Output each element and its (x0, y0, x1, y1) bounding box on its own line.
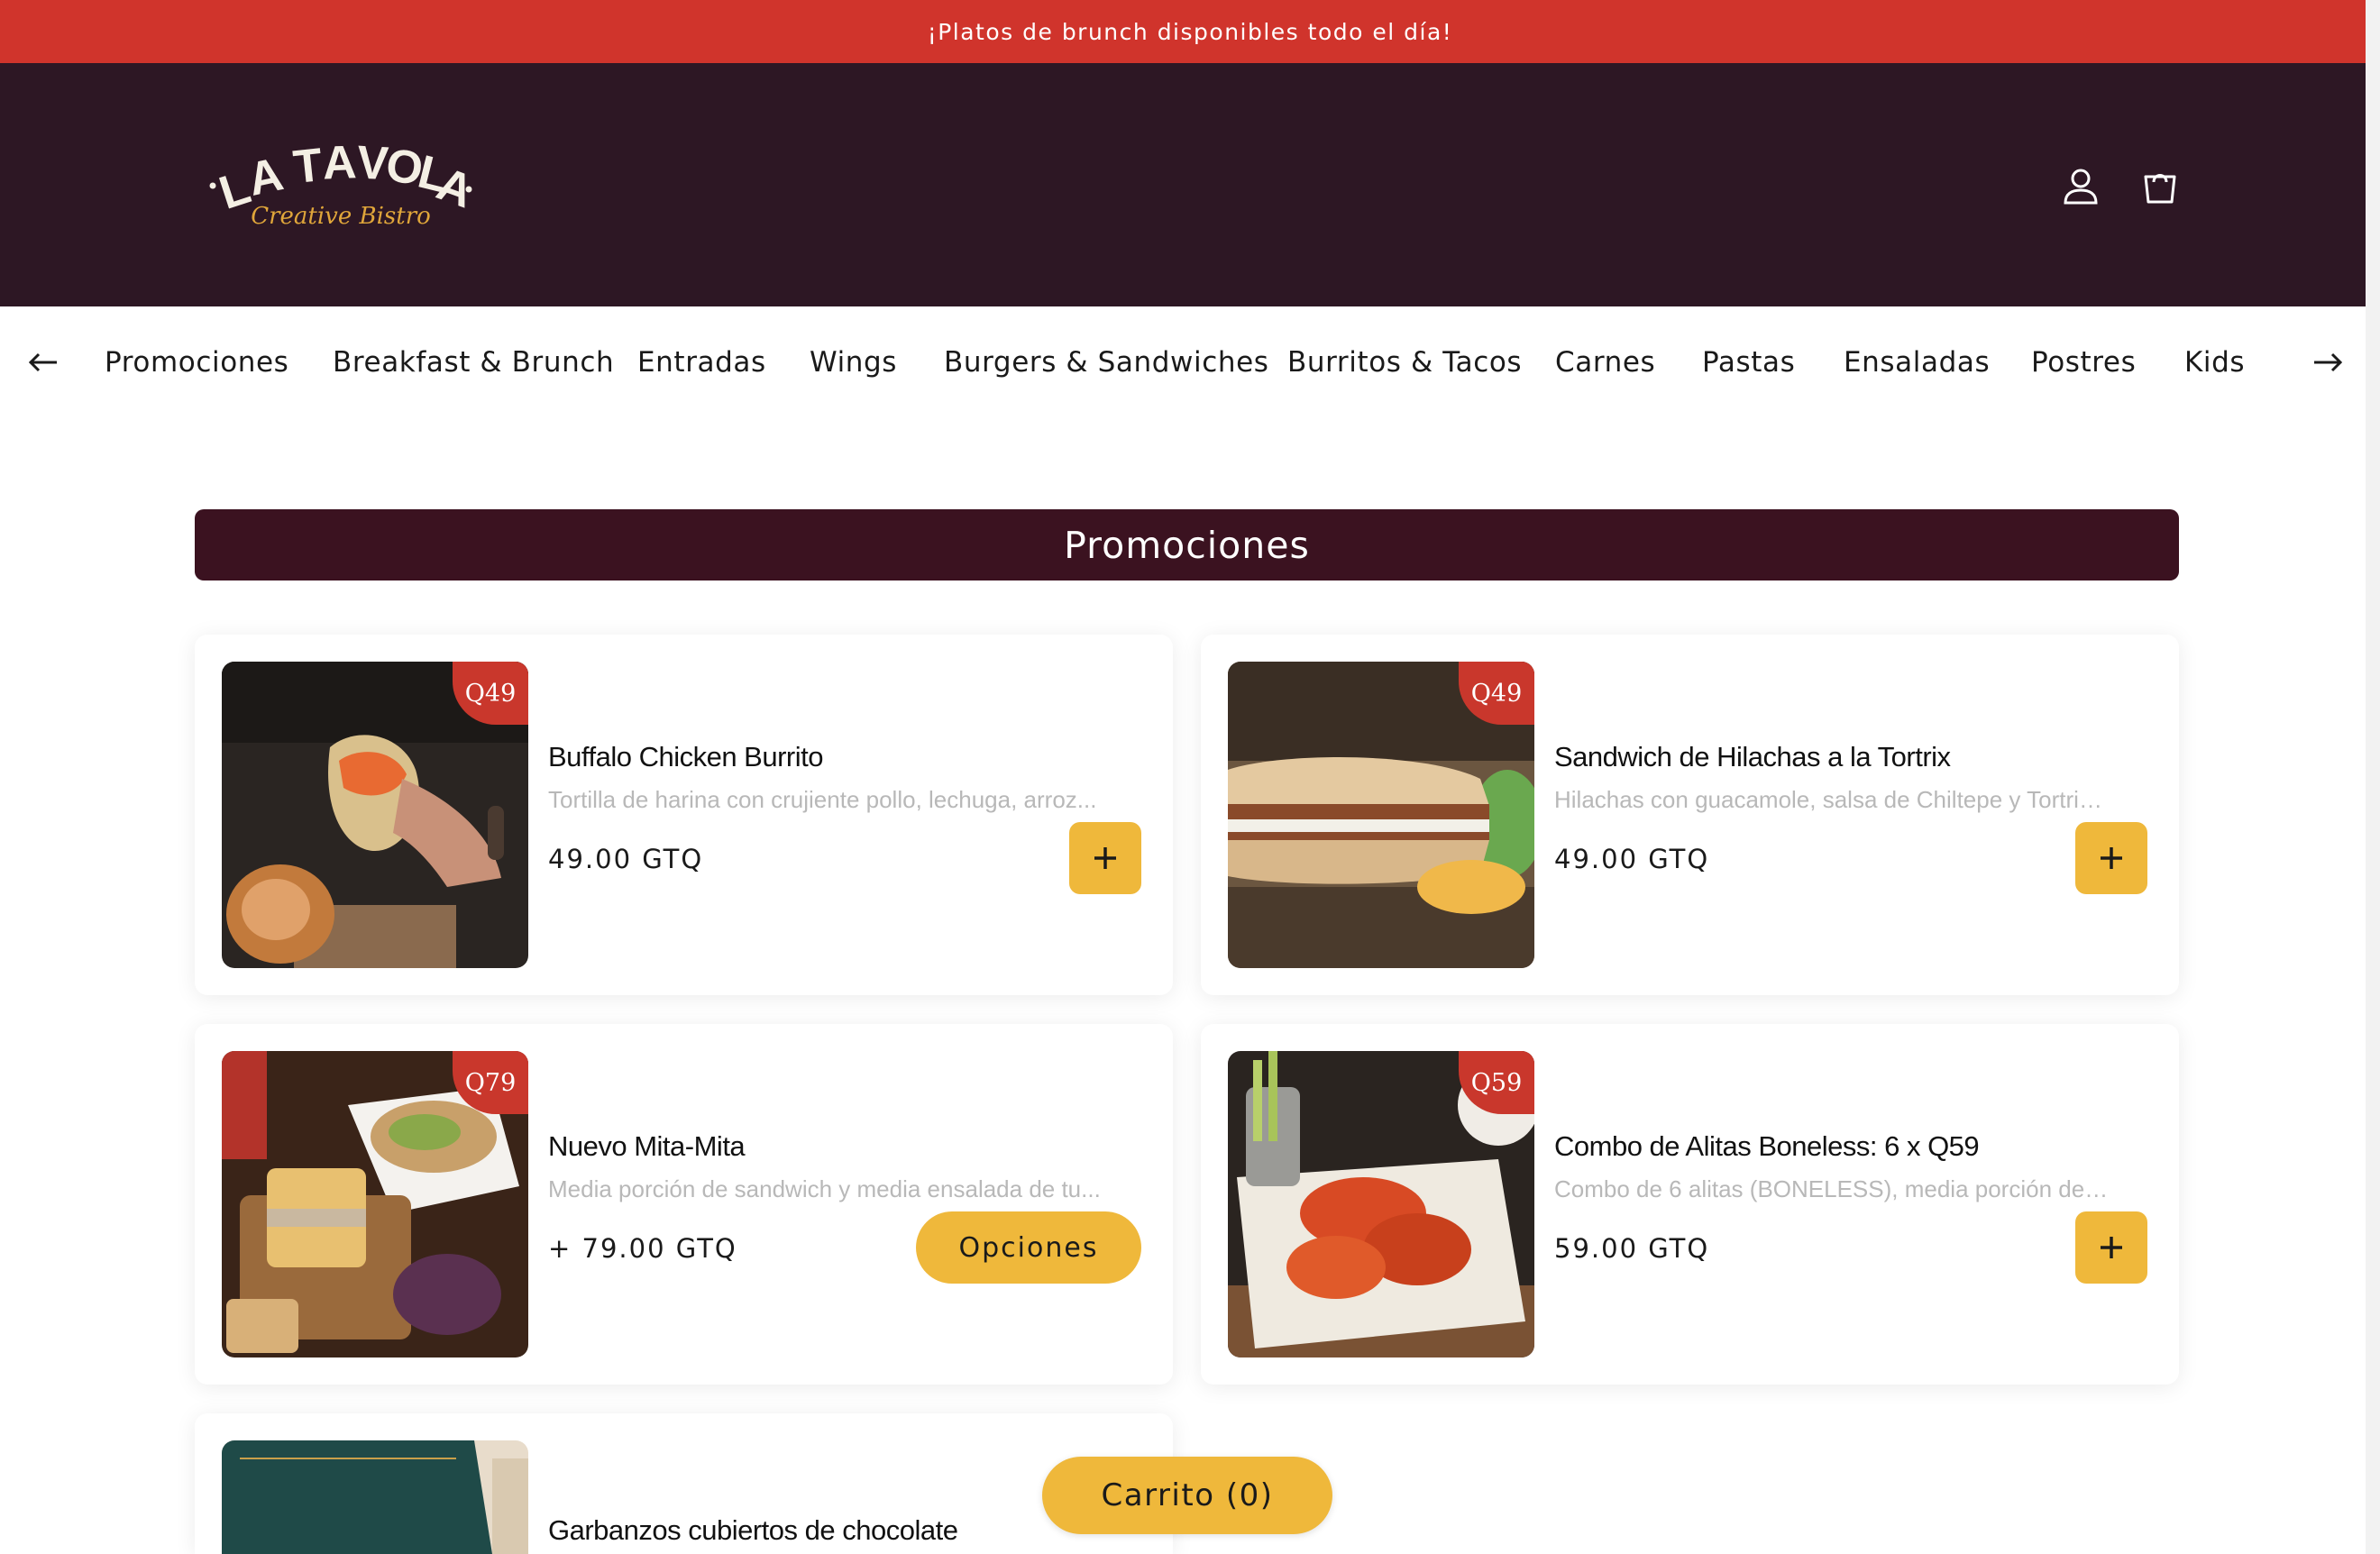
product-description: Hilachas con guacamole, salsa de Chiltep… (1554, 786, 2113, 813)
site-header: L A T A V O L A Creative Bistro (0, 63, 2380, 306)
nav-item-kids[interactable]: Kids (2184, 343, 2245, 382)
options-button[interactable]: Opciones (916, 1211, 1141, 1284)
product-image[interactable] (222, 1440, 528, 1554)
product-price: 49.00 GTQ (1554, 844, 1710, 874)
product-image[interactable]: Q79 (222, 1051, 528, 1357)
product-card[interactable]: Q59 Combo de Alitas Boneless: 6 x Q59 Co… (1201, 1024, 2179, 1385)
svg-text:Creative Bistro: Creative Bistro (251, 203, 431, 230)
cart-button[interactable]: Carrito (0) (1042, 1457, 1332, 1534)
brand-logo[interactable]: L A T A V O L A Creative Bistro (206, 133, 480, 242)
product-title[interactable]: Nuevo Mita-Mita (548, 1130, 746, 1163)
add-to-cart-button[interactable] (1069, 822, 1141, 894)
nav-item-burritos-tacos[interactable]: Burritos & Tacos (1287, 343, 1522, 382)
product-title[interactable]: Garbanzos cubiertos de chocolate (548, 1514, 958, 1547)
product-title[interactable]: Buffalo Chicken Burrito (548, 741, 823, 773)
announcement-text: ¡Platos de brunch disponibles todo el dí… (927, 18, 1453, 45)
nav-item-burgers-sandwiches[interactable]: Burgers & Sandwiches (944, 343, 1269, 382)
svg-text:T: T (291, 139, 325, 194)
product-price: 59.00 GTQ (1554, 1233, 1710, 1264)
product-card[interactable]: Garbanzos cubiertos de chocolate (195, 1413, 1173, 1554)
plus-icon (2101, 847, 2122, 869)
account-icon[interactable] (2054, 159, 2108, 213)
category-nav: Promociones Breakfast & Brunch Entradas … (0, 306, 2380, 418)
product-card[interactable]: Q49 Buffalo Chicken Burrito Tortilla de … (195, 635, 1173, 995)
product-title[interactable]: Sandwich de Hilachas a la Tortrix (1554, 741, 1951, 773)
announcement-bar: ¡Platos de brunch disponibles todo el dí… (0, 0, 2380, 63)
cart-icon[interactable] (2133, 159, 2187, 213)
product-card[interactable]: Q49 Sandwich de Hilachas a la Tortrix Hi… (1201, 635, 2179, 995)
nav-item-wings[interactable]: Wings (810, 343, 897, 382)
section-title: Promociones (1064, 523, 1310, 567)
product-price: + 79.00 GTQ (548, 1233, 737, 1264)
product-image[interactable]: Q49 (1228, 662, 1534, 968)
product-price: 49.00 GTQ (548, 844, 704, 874)
product-image[interactable]: Q49 (222, 662, 528, 968)
nav-item-promociones[interactable]: Promociones (105, 343, 288, 382)
product-description: Tortilla de harina con crujiente pollo, … (548, 786, 1097, 813)
nav-item-pastas[interactable]: Pastas (1702, 343, 1795, 382)
add-to-cart-button[interactable] (2075, 1211, 2147, 1284)
product-description: Combo de 6 alitas (BONELESS), media porc… (1554, 1175, 2113, 1202)
plus-icon (1094, 847, 1116, 869)
nav-prev-arrow-icon[interactable] (16, 335, 70, 389)
nav-item-ensaladas[interactable]: Ensaladas (1844, 343, 1990, 382)
nav-item-entradas[interactable]: Entradas (637, 343, 766, 382)
add-to-cart-button[interactable] (2075, 822, 2147, 894)
section-banner: Promociones (195, 509, 2179, 580)
brand-logo-graphic: L A T A V O L A Creative Bistro (209, 136, 480, 230)
svg-text:A: A (322, 136, 358, 189)
product-image[interactable]: Q59 (1228, 1051, 1534, 1357)
plus-icon (2101, 1237, 2122, 1258)
nav-item-postres[interactable]: Postres (2031, 343, 2136, 382)
page-scrollbar[interactable] (2366, 0, 2380, 1554)
product-description: Media porción de sandwich y media ensala… (548, 1175, 1101, 1202)
nav-next-arrow-icon[interactable] (2301, 335, 2355, 389)
product-card[interactable]: Q79 Nuevo Mita-Mita Media porción de san… (195, 1024, 1173, 1385)
nav-item-carnes[interactable]: Carnes (1555, 343, 1655, 382)
nav-item-breakfast-brunch[interactable]: Breakfast & Brunch (333, 343, 614, 382)
product-photo-chocolate-chickpeas (222, 1440, 528, 1554)
product-title[interactable]: Combo de Alitas Boneless: 6 x Q59 (1554, 1130, 1980, 1163)
